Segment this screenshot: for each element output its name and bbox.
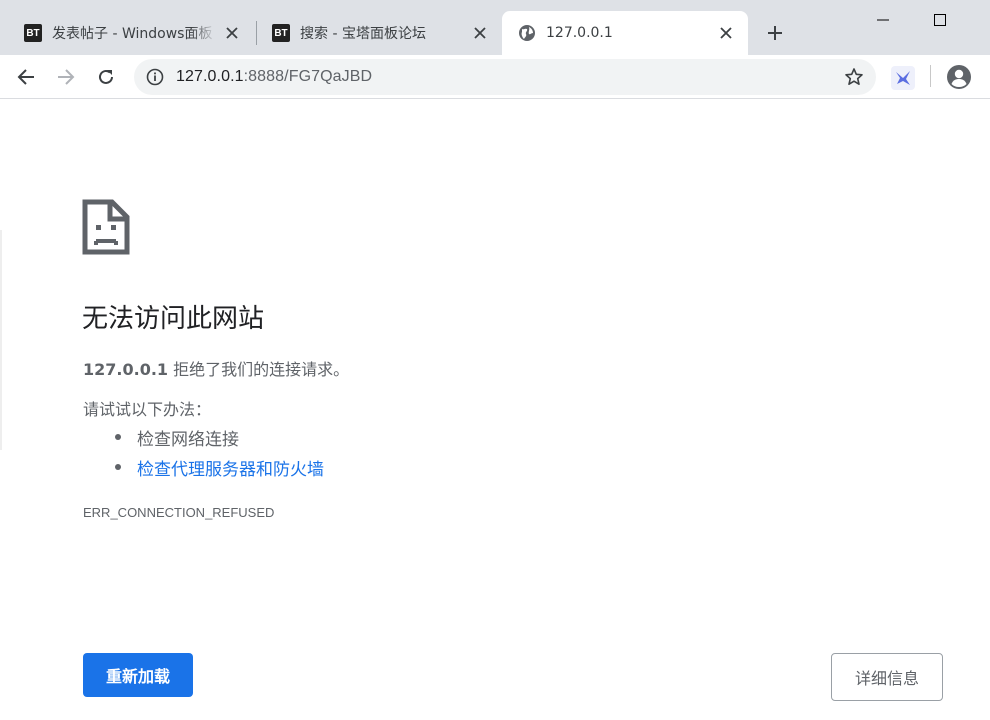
- minimize-button[interactable]: [869, 6, 897, 34]
- tab-strip: BT 发表帖子 - Windows面板 BT 搜索 - 宝塔面板论坛 127.0…: [0, 0, 990, 55]
- error-summary-text: 拒绝了我们的连接请求。: [168, 360, 350, 379]
- bullet: [115, 464, 121, 470]
- page-edge-shadow: [0, 230, 2, 450]
- error-page: 无法访问此网站 127.0.0.1 拒绝了我们的连接请求。 请试试以下办法： 检…: [0, 100, 990, 720]
- browser-toolbar: 127.0.0.1:8888/FG7QaJBD: [0, 55, 990, 99]
- new-tab-button[interactable]: [762, 20, 788, 46]
- close-icon[interactable]: [716, 23, 736, 43]
- error-summary: 127.0.0.1 拒绝了我们的连接请求。: [83, 356, 349, 380]
- bullet: [115, 434, 121, 440]
- error-host: 127.0.0.1: [83, 360, 169, 379]
- minimize-icon: [877, 19, 889, 21]
- globe-icon: [519, 25, 535, 41]
- arrow-left-icon: [17, 69, 34, 85]
- info-icon[interactable]: [146, 68, 164, 86]
- tab-title: 发表帖子 - Windows面板: [52, 26, 213, 42]
- list-item: 检查代理服务器和防火墙: [83, 452, 324, 482]
- reload-icon: [99, 69, 113, 84]
- close-icon[interactable]: [222, 23, 242, 43]
- toolbar-divider: [930, 65, 931, 87]
- close-icon[interactable]: [470, 23, 490, 43]
- url-host: 127.0.0.1: [176, 68, 244, 85]
- url-path: :8888/FG7QaJBD: [243, 68, 373, 85]
- reload-page-button[interactable]: 重新加载: [83, 653, 193, 697]
- suggestions-list: 检查网络连接 检查代理服务器和防火墙: [83, 422, 324, 482]
- error-title: 无法访问此网站: [82, 304, 265, 334]
- address-bar[interactable]: 127.0.0.1:8888/FG7QaJBD: [134, 59, 876, 95]
- tab-post[interactable]: BT 发表帖子 - Windows面板: [8, 11, 254, 55]
- bt-logo-icon: BT: [24, 24, 42, 42]
- suggestion-check-proxy-link[interactable]: 检查代理服务器和防火墙: [137, 455, 324, 480]
- list-item: 检查网络连接: [83, 422, 324, 452]
- maximize-icon: [934, 14, 946, 26]
- extension-icon[interactable]: [891, 66, 915, 90]
- url-text: 127.0.0.1:8888/FG7QaJBD: [176, 68, 372, 86]
- tab-search[interactable]: BT 搜索 - 宝塔面板论坛: [256, 11, 502, 55]
- reload-button[interactable]: [92, 63, 120, 91]
- sad-page-icon: [82, 199, 130, 255]
- bt-logo-icon: BT: [272, 24, 290, 42]
- tab-title: 搜索 - 宝塔面板论坛: [300, 26, 426, 42]
- tab-active[interactable]: 127.0.0.1: [502, 11, 748, 55]
- bookmark-star-icon[interactable]: [844, 67, 864, 87]
- maximize-button[interactable]: [926, 6, 954, 34]
- error-code: ERR_CONNECTION_REFUSED: [83, 505, 275, 520]
- profile-avatar-icon[interactable]: [946, 64, 972, 90]
- plus-icon: [768, 26, 782, 40]
- suggestion-check-network: 检查网络连接: [137, 429, 239, 450]
- details-button[interactable]: 详细信息: [831, 653, 943, 701]
- arrow-right-icon: [58, 69, 75, 85]
- suggestions-heading: 请试试以下办法：: [83, 400, 212, 419]
- tab-title: 127.0.0.1: [546, 25, 613, 41]
- forward-button[interactable]: [52, 63, 80, 91]
- back-button[interactable]: [12, 63, 40, 91]
